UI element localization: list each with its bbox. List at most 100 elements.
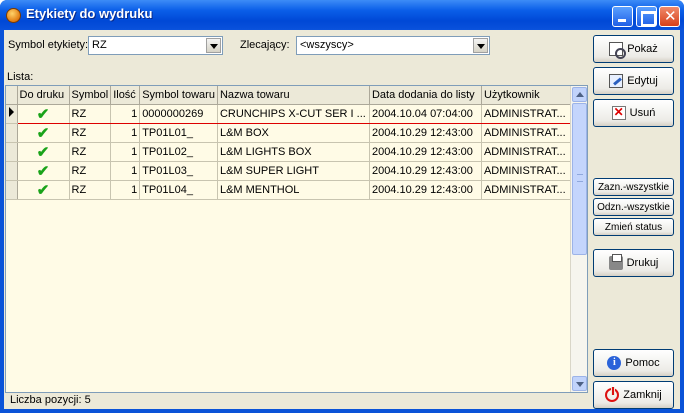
symbol-select[interactable]: RZ xyxy=(88,36,223,55)
info-icon: i xyxy=(607,356,622,370)
minimize-button[interactable] xyxy=(612,6,633,27)
cell-item-symbol: TP01L03_ xyxy=(139,161,218,181)
row-indicator xyxy=(6,180,18,200)
close-window-button[interactable]: ✕ xyxy=(659,6,680,27)
select-all-button[interactable]: Zazn.-wszystkie xyxy=(593,178,674,196)
deselect-all-button[interactable]: Odzn.-wszystkie xyxy=(593,198,674,216)
cell-item-symbol: TP01L02_ xyxy=(139,142,218,162)
power-icon xyxy=(605,387,620,402)
cell-name: L&M MENTHOL xyxy=(217,180,370,200)
column-header[interactable]: Nazwa towaru xyxy=(217,86,370,105)
cell-user: ADMINISTRAT... xyxy=(481,123,576,143)
magnifier-icon xyxy=(609,42,627,59)
client-label: Zlecający: xyxy=(240,39,290,51)
cell-user: ADMINISTRAT... xyxy=(481,161,576,181)
cell-date: 2004.10.29 12:43:00 xyxy=(369,123,482,143)
deselect-all-label: Odzn.-wszystkie xyxy=(597,201,670,213)
print-button-label: Drukuj xyxy=(626,257,659,269)
scroll-thumb[interactable] xyxy=(572,103,587,255)
help-button[interactable]: i Pomoc xyxy=(593,349,674,377)
print-button[interactable]: Drukuj xyxy=(593,249,674,277)
print-checkmark-icon[interactable]: ✔ xyxy=(17,161,70,181)
table-row[interactable]: ✔ RZ 1 TP01L04_ L&M MENTHOL 2004.10.29 1… xyxy=(6,180,576,200)
table-row[interactable]: ✔ RZ 1 TP01L03_ L&M SUPER LIGHT 2004.10.… xyxy=(6,161,576,181)
cell-date: 2004.10.29 12:43:00 xyxy=(369,161,482,181)
cell-symbol: RZ xyxy=(69,142,112,162)
show-button[interactable]: Pokaż xyxy=(593,35,674,63)
edit-icon xyxy=(609,74,624,88)
delete-icon xyxy=(611,105,626,120)
chevron-down-icon[interactable] xyxy=(206,38,221,53)
row-indicator xyxy=(6,123,18,143)
cell-qty: 1 xyxy=(110,180,141,200)
cell-item-symbol: 0000000269 xyxy=(139,103,218,124)
printer-icon xyxy=(608,254,623,270)
column-header[interactable]: Ilość xyxy=(110,86,141,105)
list-label: Lista: xyxy=(7,71,34,83)
row-indicator xyxy=(6,161,18,181)
items-grid[interactable]: Do druku Symbol Ilość Symbol towaru Nazw… xyxy=(5,85,588,393)
close-icon: ✕ xyxy=(664,7,677,25)
row-indicator-header xyxy=(6,86,18,105)
delete-button-label: Usuń xyxy=(629,107,656,119)
close-button-label: Zamknij xyxy=(623,389,662,401)
cell-date: 2004.10.29 12:43:00 xyxy=(369,180,482,200)
cell-item-symbol: TP01L04_ xyxy=(139,180,218,200)
cell-user: ADMINISTRAT... xyxy=(481,142,576,162)
column-header[interactable]: Użytkownik xyxy=(481,86,576,105)
row-indicator xyxy=(6,104,18,124)
chevron-down-icon[interactable] xyxy=(473,38,488,53)
status-bar: Liczba pozycji: 5 xyxy=(5,394,588,408)
row-indicator xyxy=(6,142,18,162)
app-window: Etykiety do wydruku ✕ Symbol etykiety: R… xyxy=(0,0,684,413)
cell-date: 2004.10.04 07:04:00 xyxy=(369,103,482,124)
cell-name: CRUNCHIPS X-CUT SER I ... xyxy=(217,103,370,124)
cell-symbol: RZ xyxy=(69,161,112,181)
client-select-value: <wszyscy> xyxy=(300,39,354,51)
cell-symbol: RZ xyxy=(69,123,112,143)
app-icon xyxy=(6,8,21,23)
show-button-label: Pokaż xyxy=(627,43,658,55)
print-checkmark-icon[interactable]: ✔ xyxy=(17,180,70,200)
items-table: Do druku Symbol Ilość Symbol towaru Nazw… xyxy=(6,86,576,200)
print-checkmark-icon[interactable]: ✔ xyxy=(17,103,70,124)
item-count: Liczba pozycji: 5 xyxy=(10,394,91,406)
column-header[interactable]: Do druku xyxy=(17,86,70,105)
vertical-scrollbar[interactable] xyxy=(570,86,587,392)
scroll-down-icon[interactable] xyxy=(572,376,587,391)
cell-user: ADMINISTRAT... xyxy=(481,180,576,200)
cell-qty: 1 xyxy=(110,142,141,162)
change-status-label: Zmień status xyxy=(604,221,663,233)
client-select[interactable]: <wszyscy> xyxy=(296,36,490,55)
select-all-label: Zazn.-wszystkie xyxy=(597,181,670,193)
delete-button[interactable]: Usuń xyxy=(593,99,674,127)
cell-qty: 1 xyxy=(110,123,141,143)
column-header[interactable]: Symbol xyxy=(69,86,112,105)
maximize-button[interactable] xyxy=(636,6,657,27)
title-bar[interactable]: Etykiety do wydruku ✕ xyxy=(0,0,684,30)
table-header-row: Do druku Symbol Ilość Symbol towaru Nazw… xyxy=(6,86,576,105)
symbol-label: Symbol etykiety: xyxy=(8,39,89,51)
cell-date: 2004.10.29 12:43:00 xyxy=(369,142,482,162)
cell-user: ADMINISTRAT... xyxy=(481,103,576,124)
client-area: Symbol etykiety: RZ Zlecający: <wszyscy>… xyxy=(4,30,680,409)
table-row[interactable]: ✔ RZ 1 0000000269 CRUNCHIPS X-CUT SER I … xyxy=(6,103,576,124)
change-status-button[interactable]: Zmień status xyxy=(593,218,674,236)
column-header[interactable]: Symbol towaru xyxy=(139,86,218,105)
scroll-up-icon[interactable] xyxy=(572,87,587,102)
help-button-label: Pomoc xyxy=(625,357,660,369)
table-row[interactable]: ✔ RZ 1 TP01L01_ L&M BOX 2004.10.29 12:43… xyxy=(6,123,576,143)
print-checkmark-icon[interactable]: ✔ xyxy=(17,123,70,143)
cell-item-symbol: TP01L01_ xyxy=(139,123,218,143)
cell-symbol: RZ xyxy=(69,180,112,200)
close-button[interactable]: Zamknij xyxy=(593,381,674,409)
cell-name: L&M LIGHTS BOX xyxy=(217,142,370,162)
cell-name: L&M BOX xyxy=(217,123,370,143)
cell-name: L&M SUPER LIGHT xyxy=(217,161,370,181)
print-checkmark-icon[interactable]: ✔ xyxy=(17,142,70,162)
column-header[interactable]: Data dodania do listy xyxy=(369,86,482,105)
edit-button[interactable]: Edytuj xyxy=(593,67,674,95)
current-row-arrow-icon xyxy=(9,107,14,117)
cell-qty: 1 xyxy=(110,103,141,124)
table-row[interactable]: ✔ RZ 1 TP01L02_ L&M LIGHTS BOX 2004.10.2… xyxy=(6,142,576,162)
